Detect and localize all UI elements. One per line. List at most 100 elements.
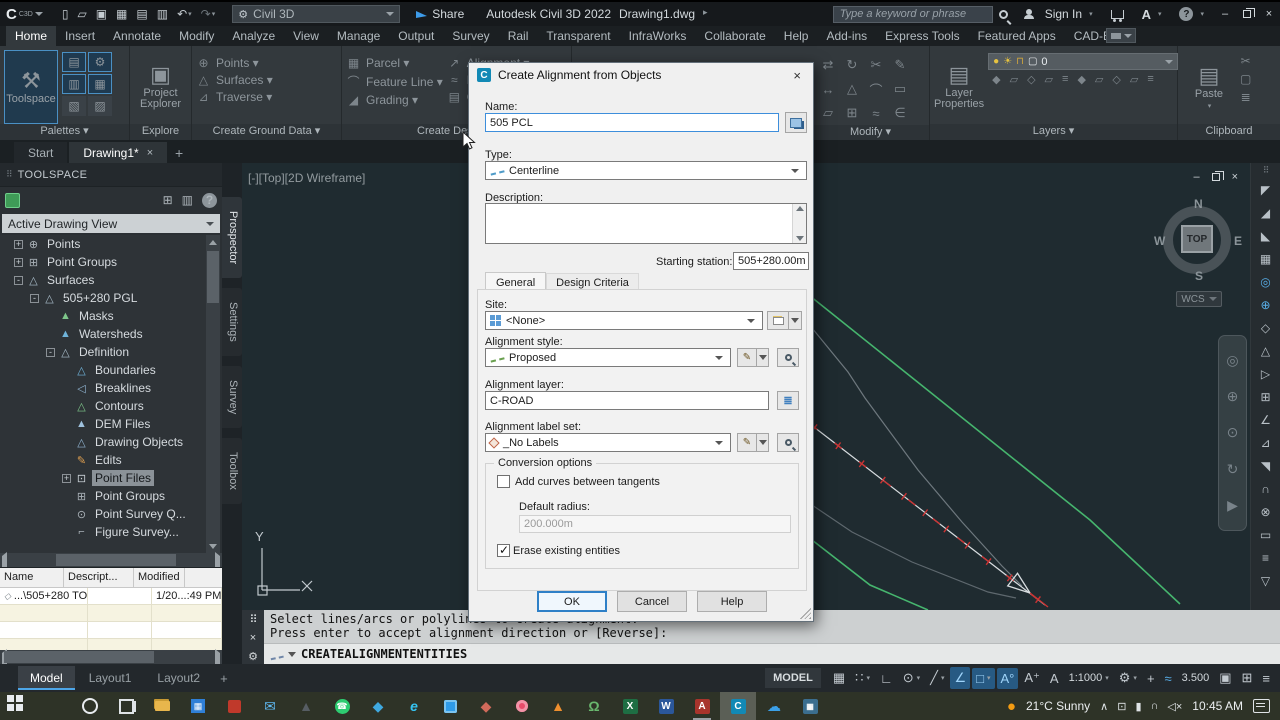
modify-tool-icon[interactable]: ▭: [888, 77, 912, 101]
open-folder-icon[interactable]: ▱: [74, 6, 89, 22]
zoom-icon[interactable]: ⊙: [1227, 424, 1239, 441]
hidden-icons-chevron[interactable]: ∧: [1100, 700, 1108, 713]
label-set-options-caret[interactable]: [756, 433, 769, 452]
palette-toggle-icon[interactable]: ▤: [62, 52, 86, 72]
command-close-icon[interactable]: ×: [250, 632, 256, 644]
layer-tool-icon[interactable]: ≡: [1147, 73, 1153, 86]
modify-tool-icon[interactable]: ▱: [816, 101, 840, 125]
name-input[interactable]: [490, 116, 774, 129]
photos-icon[interactable]: [432, 692, 468, 720]
share-button[interactable]: Share: [416, 7, 464, 21]
palettes-panel-label[interactable]: Palettes ▾: [0, 124, 129, 140]
start-button[interactable]: [0, 692, 36, 720]
palette-grip-icon[interactable]: ⠿: [6, 169, 13, 180]
save-as-icon[interactable]: ▦: [113, 6, 130, 22]
tree-item[interactable]: + ⊡ Point Files: [0, 469, 206, 487]
transparent-command-icon[interactable]: ∠: [1251, 408, 1280, 431]
new-file-icon[interactable]: ▯: [59, 6, 72, 22]
palette-toggle-icon[interactable]: ▦: [88, 74, 112, 94]
app-logo[interactable]: C C3D: [0, 6, 51, 23]
modify-tool-icon[interactable]: ↻: [840, 53, 864, 77]
toolspace-tab[interactable]: Prospector: [222, 197, 242, 279]
orbit-icon[interactable]: ↻: [1227, 461, 1239, 478]
viewport-controls-label[interactable]: [-][Top][2D Wireframe]: [248, 171, 365, 185]
autocad-icon[interactable]: A: [684, 692, 720, 720]
tree-item[interactable]: + ⊕ Points: [0, 235, 206, 253]
layer-tool-icon[interactable]: ▱: [1010, 73, 1018, 86]
type-dropdown[interactable]: Centerline: [485, 161, 807, 180]
layout-tab[interactable]: Layout1: [77, 666, 144, 690]
starting-station-field[interactable]: 505+280.00m: [733, 252, 809, 270]
list-column-header[interactable]: Modified: [134, 568, 185, 587]
snap-mode-icon[interactable]: ∷ ▾: [851, 667, 874, 689]
word-icon[interactable]: W: [648, 692, 684, 720]
cone-app-icon[interactable]: ▲: [288, 692, 324, 720]
drawing-restore-button[interactable]: [1211, 171, 1224, 181]
scroll-down-icon[interactable]: [209, 543, 217, 549]
close-button[interactable]: ×: [1258, 3, 1280, 25]
isometric-drafting-icon[interactable]: ╱ ▾: [926, 667, 948, 689]
diamond-app-icon[interactable]: ◆: [468, 692, 504, 720]
modify-tool-icon[interactable]: ⇄: [816, 53, 840, 77]
notification-center-icon[interactable]: [1253, 699, 1270, 713]
viewcube-west[interactable]: W: [1154, 234, 1165, 248]
ribbon-tab[interactable]: Output: [389, 26, 443, 46]
erase-entities-checkbox[interactable]: [497, 543, 510, 557]
clipboard-tool-icon[interactable]: ≣: [1240, 90, 1251, 104]
weather-icon[interactable]: ●: [1007, 698, 1016, 715]
layer-tool-icon[interactable]: ◆: [992, 73, 1000, 86]
cortana-icon[interactable]: [72, 692, 108, 720]
workspace-icon[interactable]: ▣: [1215, 667, 1235, 689]
annotation-visibility-icon[interactable]: A°: [996, 667, 1019, 689]
drawing-close-button[interactable]: ×: [1232, 171, 1238, 183]
transparent-command-icon[interactable]: △: [1251, 339, 1280, 362]
label-set-preview-button[interactable]: [777, 433, 799, 452]
ribbon-tab[interactable]: Analyze: [223, 26, 284, 46]
chevron-down-icon[interactable]: [711, 434, 726, 451]
tab-close-icon[interactable]: ×: [147, 147, 153, 159]
viewcube-south[interactable]: S: [1195, 269, 1203, 283]
list-row[interactable]: ◇ ...\505+280 TO 1/20...:49 PM: [0, 588, 222, 605]
workspace-dropdown[interactable]: ⚙ Civil 3D: [232, 5, 401, 23]
transparent-command-icon[interactable]: ⊞: [1251, 385, 1280, 408]
tree-toggle-icon[interactable]: -: [30, 293, 39, 303]
viewcube-north[interactable]: N: [1194, 197, 1203, 211]
ribbon-tab[interactable]: Insert: [56, 26, 104, 46]
toolspace-tab[interactable]: Settings: [222, 288, 242, 356]
navigation-wheel-icon[interactable]: ◎: [1226, 352, 1238, 369]
layer-tool-icon[interactable]: ◆: [1077, 73, 1085, 86]
ribbon-tab[interactable]: Help: [775, 26, 818, 46]
alignment-layer-field[interactable]: C-ROAD: [485, 391, 769, 410]
clipboard-tool-icon[interactable]: ✂: [1240, 54, 1251, 68]
chevron-down-icon[interactable]: [743, 312, 758, 329]
project-explorer-button[interactable]: ▣ Project Explorer: [134, 50, 187, 124]
excel-icon[interactable]: X: [612, 692, 648, 720]
dialog-close-button[interactable]: ×: [789, 68, 805, 83]
ribbon-tab[interactable]: Collaborate: [695, 26, 774, 46]
ribbon-tab[interactable]: Survey: [443, 26, 498, 46]
ribbon-tab[interactable]: Manage: [328, 26, 389, 46]
modify-tool-icon[interactable]: ✎: [888, 53, 912, 77]
whatsapp-icon[interactable]: ☎: [324, 692, 360, 720]
tree-item[interactable]: △ Contours: [0, 397, 206, 415]
new-site-button[interactable]: [767, 311, 789, 330]
ribbon-tool[interactable]: △ Surfaces ▾: [196, 73, 273, 87]
modify-tool-icon[interactable]: ✂: [864, 53, 888, 77]
chevron-down-icon[interactable]: [787, 162, 802, 179]
model-space-button[interactable]: MODEL: [765, 668, 821, 688]
recorder-icon[interactable]: [504, 692, 540, 720]
file-tab[interactable]: Start: [14, 142, 68, 163]
ribbon-tool[interactable]: ◢ Grading ▾: [346, 93, 443, 107]
layer-tool-icon[interactable]: ≡: [1062, 73, 1068, 86]
list-hscrollbar[interactable]: [0, 649, 222, 671]
tree-scrollbar[interactable]: [206, 235, 220, 553]
pan-icon[interactable]: ⊕: [1227, 388, 1239, 405]
mute-icon[interactable]: ◁×: [1167, 700, 1182, 713]
transparent-command-icon[interactable]: ⊿: [1251, 431, 1280, 454]
ribbon-tab[interactable]: Add-ins: [817, 26, 876, 46]
clean-screen-icon[interactable]: ⊞: [1238, 667, 1257, 689]
palette-toggle-icon[interactable]: ⚙: [88, 52, 112, 72]
calculator-icon[interactable]: ▦: [792, 692, 828, 720]
save-icon[interactable]: ▣: [93, 6, 110, 22]
layer-tool-icon[interactable]: ◇: [1112, 73, 1120, 86]
